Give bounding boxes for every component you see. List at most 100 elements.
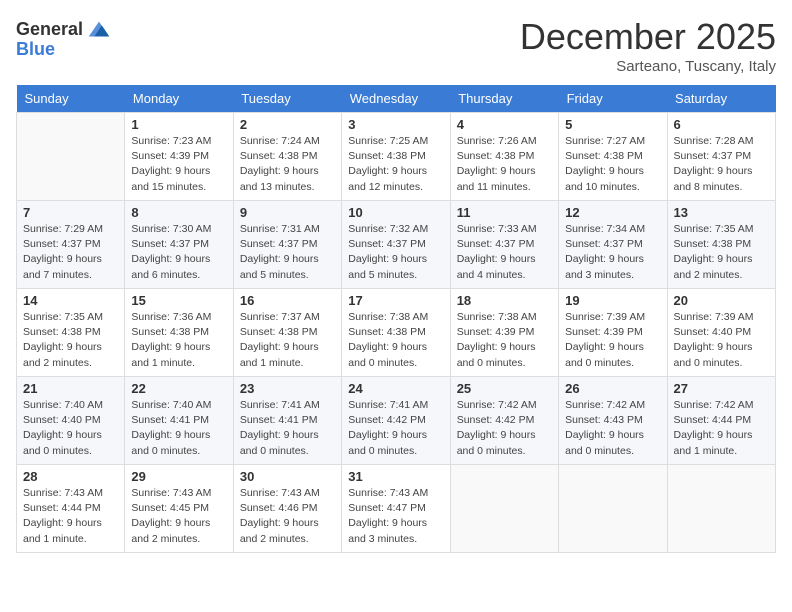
day-number: 4 [457, 117, 552, 132]
day-info: Sunrise: 7:41 AM Sunset: 4:41 PM Dayligh… [240, 398, 335, 459]
day-info: Sunrise: 7:35 AM Sunset: 4:38 PM Dayligh… [674, 222, 769, 283]
day-number: 27 [674, 381, 769, 396]
week-row-5: 28 Sunrise: 7:43 AM Sunset: 4:44 PM Dayli… [17, 465, 776, 553]
day-number: 2 [240, 117, 335, 132]
day-number: 20 [674, 293, 769, 308]
day-number: 26 [565, 381, 660, 396]
day-number: 13 [674, 205, 769, 220]
day-info: Sunrise: 7:39 AM Sunset: 4:40 PM Dayligh… [674, 310, 769, 371]
day-info: Sunrise: 7:42 AM Sunset: 4:43 PM Dayligh… [565, 398, 660, 459]
weekday-header-row: SundayMondayTuesdayWednesdayThursdayFrid… [17, 85, 776, 113]
day-info: Sunrise: 7:43 AM Sunset: 4:46 PM Dayligh… [240, 486, 335, 547]
day-number: 12 [565, 205, 660, 220]
calendar-cell: 1 Sunrise: 7:23 AM Sunset: 4:39 PM Daylig… [125, 113, 233, 201]
day-info: Sunrise: 7:38 AM Sunset: 4:39 PM Dayligh… [457, 310, 552, 371]
calendar-cell: 26 Sunrise: 7:42 AM Sunset: 4:43 PM Dayli… [559, 377, 667, 465]
calendar-cell: 15Sunrise: 7:36 AM Sunset: 4:38 PM Dayli… [125, 289, 233, 377]
day-info: Sunrise: 7:26 AM Sunset: 4:38 PM Dayligh… [457, 134, 552, 195]
day-info: Sunrise: 7:32 AM Sunset: 4:37 PM Dayligh… [348, 222, 443, 283]
logo-text-general: General [16, 20, 83, 40]
calendar-cell [667, 465, 775, 553]
calendar-cell: 18 Sunrise: 7:38 AM Sunset: 4:39 PM Dayli… [450, 289, 558, 377]
weekday-header-tuesday: Tuesday [233, 85, 341, 113]
calendar-cell [559, 465, 667, 553]
day-number: 15 [131, 293, 226, 308]
day-info: Sunrise: 7:37 AM Sunset: 4:38 PM Dayligh… [240, 310, 335, 371]
weekday-header-wednesday: Wednesday [342, 85, 450, 113]
calendar-cell: 3Sunrise: 7:25 AM Sunset: 4:38 PM Daylig… [342, 113, 450, 201]
week-row-1: 1 Sunrise: 7:23 AM Sunset: 4:39 PM Daylig… [17, 113, 776, 201]
day-number: 25 [457, 381, 552, 396]
day-info: Sunrise: 7:23 AM Sunset: 4:39 PM Dayligh… [131, 134, 226, 195]
day-number: 5 [565, 117, 660, 132]
logo-icon [85, 16, 113, 44]
day-info: Sunrise: 7:43 AM Sunset: 4:47 PM Dayligh… [348, 486, 443, 547]
day-number: 29 [131, 469, 226, 484]
calendar-cell: 16 Sunrise: 7:37 AM Sunset: 4:38 PM Dayli… [233, 289, 341, 377]
weekday-header-friday: Friday [559, 85, 667, 113]
day-info: Sunrise: 7:43 AM Sunset: 4:45 PM Dayligh… [131, 486, 226, 547]
day-number: 16 [240, 293, 335, 308]
calendar-cell [450, 465, 558, 553]
day-number: 3 [348, 117, 443, 132]
calendar-cell: 25 Sunrise: 7:42 AM Sunset: 4:42 PM Dayli… [450, 377, 558, 465]
day-info: Sunrise: 7:24 AM Sunset: 4:38 PM Dayligh… [240, 134, 335, 195]
day-number: 7 [23, 205, 118, 220]
calendar-cell: 17Sunrise: 7:38 AM Sunset: 4:38 PM Dayli… [342, 289, 450, 377]
calendar-cell: 6 Sunrise: 7:28 AM Sunset: 4:37 PM Daylig… [667, 113, 775, 201]
day-number: 30 [240, 469, 335, 484]
day-info: Sunrise: 7:35 AM Sunset: 4:38 PM Dayligh… [23, 310, 118, 371]
logo: General Blue [16, 16, 113, 60]
day-number: 21 [23, 381, 118, 396]
day-info: Sunrise: 7:42 AM Sunset: 4:42 PM Dayligh… [457, 398, 552, 459]
week-row-2: 7 Sunrise: 7:29 AM Sunset: 4:37 PM Daylig… [17, 201, 776, 289]
day-number: 17 [348, 293, 443, 308]
day-info: Sunrise: 7:28 AM Sunset: 4:37 PM Dayligh… [674, 134, 769, 195]
day-info: Sunrise: 7:40 AM Sunset: 4:41 PM Dayligh… [131, 398, 226, 459]
calendar-cell: 12 Sunrise: 7:34 AM Sunset: 4:37 PM Dayli… [559, 201, 667, 289]
day-info: Sunrise: 7:34 AM Sunset: 4:37 PM Dayligh… [565, 222, 660, 283]
day-number: 9 [240, 205, 335, 220]
calendar-cell: 23 Sunrise: 7:41 AM Sunset: 4:41 PM Dayli… [233, 377, 341, 465]
day-number: 31 [348, 469, 443, 484]
day-number: 18 [457, 293, 552, 308]
calendar-cell: 5 Sunrise: 7:27 AM Sunset: 4:38 PM Daylig… [559, 113, 667, 201]
day-info: Sunrise: 7:43 AM Sunset: 4:44 PM Dayligh… [23, 486, 118, 547]
day-number: 22 [131, 381, 226, 396]
day-number: 14 [23, 293, 118, 308]
calendar-cell: 10 Sunrise: 7:32 AM Sunset: 4:37 PM Dayli… [342, 201, 450, 289]
calendar-cell: 2 Sunrise: 7:24 AM Sunset: 4:38 PM Daylig… [233, 113, 341, 201]
day-number: 24 [348, 381, 443, 396]
weekday-header-sunday: Sunday [17, 85, 125, 113]
calendar-cell: 28 Sunrise: 7:43 AM Sunset: 4:44 PM Dayli… [17, 465, 125, 553]
location-subtitle: Sarteano, Tuscany, Italy [520, 58, 776, 75]
day-info: Sunrise: 7:39 AM Sunset: 4:39 PM Dayligh… [565, 310, 660, 371]
day-number: 28 [23, 469, 118, 484]
calendar-cell: 29 Sunrise: 7:43 AM Sunset: 4:45 PM Dayli… [125, 465, 233, 553]
day-number: 23 [240, 381, 335, 396]
calendar-cell: 21 Sunrise: 7:40 AM Sunset: 4:40 PM Dayli… [17, 377, 125, 465]
day-info: Sunrise: 7:27 AM Sunset: 4:38 PM Dayligh… [565, 134, 660, 195]
calendar-table: SundayMondayTuesdayWednesdayThursdayFrid… [16, 85, 776, 553]
weekday-header-saturday: Saturday [667, 85, 775, 113]
day-info: Sunrise: 7:41 AM Sunset: 4:42 PM Dayligh… [348, 398, 443, 459]
calendar-cell: 9 Sunrise: 7:31 AM Sunset: 4:37 PM Daylig… [233, 201, 341, 289]
calendar-cell: 14 Sunrise: 7:35 AM Sunset: 4:38 PM Dayli… [17, 289, 125, 377]
day-info: Sunrise: 7:33 AM Sunset: 4:37 PM Dayligh… [457, 222, 552, 283]
day-info: Sunrise: 7:29 AM Sunset: 4:37 PM Dayligh… [23, 222, 118, 283]
day-number: 10 [348, 205, 443, 220]
day-info: Sunrise: 7:40 AM Sunset: 4:40 PM Dayligh… [23, 398, 118, 459]
weekday-header-thursday: Thursday [450, 85, 558, 113]
calendar-cell: 19 Sunrise: 7:39 AM Sunset: 4:39 PM Dayli… [559, 289, 667, 377]
day-number: 11 [457, 205, 552, 220]
day-number: 19 [565, 293, 660, 308]
day-number: 8 [131, 205, 226, 220]
calendar-cell: 4 Sunrise: 7:26 AM Sunset: 4:38 PM Daylig… [450, 113, 558, 201]
calendar-cell: 13 Sunrise: 7:35 AM Sunset: 4:38 PM Dayli… [667, 201, 775, 289]
calendar-cell: 11 Sunrise: 7:33 AM Sunset: 4:37 PM Dayli… [450, 201, 558, 289]
calendar-cell: 31 Sunrise: 7:43 AM Sunset: 4:47 PM Dayli… [342, 465, 450, 553]
day-info: Sunrise: 7:31 AM Sunset: 4:37 PM Dayligh… [240, 222, 335, 283]
month-title: December 2025 [520, 16, 776, 58]
day-number: 6 [674, 117, 769, 132]
day-number: 1 [131, 117, 226, 132]
